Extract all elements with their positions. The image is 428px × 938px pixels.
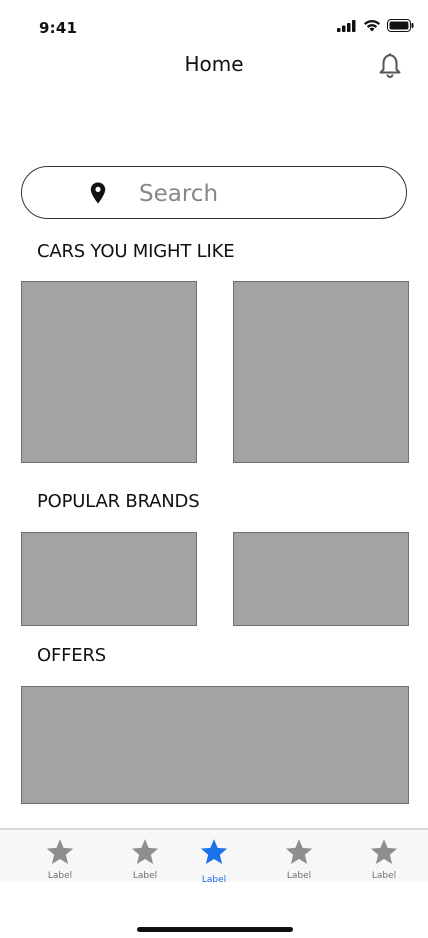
star-icon [46,839,74,864]
tab-label: Label [201,875,227,885]
tab-label: Label [286,871,312,881]
car-card[interactable] [21,281,197,463]
search-placeholder: Search [139,181,219,207]
tab-item-4[interactable]: Label [269,838,329,881]
star-icon [131,839,159,864]
star-icon [285,839,313,864]
page-title: Home [184,52,244,76]
tab-item-3[interactable]: Label [184,838,244,885]
tab-item-2[interactable]: Label [115,838,175,881]
star-icon [370,839,398,864]
wifi-icon [364,20,380,32]
status-bar: 9:41 [0,0,428,54]
bell-icon[interactable] [377,51,403,79]
cellular-signal-icon [337,19,356,32]
car-card[interactable] [233,281,409,463]
offer-banner[interactable] [21,686,409,804]
home-indicator[interactable] [137,927,293,932]
section-title-cars: CARS YOU MIGHT LIKE [37,241,235,262]
search-field[interactable]: Search [21,166,407,219]
tab-label: Label [132,871,158,881]
battery-icon [387,19,414,32]
location-pin-icon [90,182,106,204]
status-icons [337,19,414,32]
section-title-brands: POPULAR BRANDS [37,491,200,512]
brand-card[interactable] [21,532,197,626]
tab-item-1[interactable]: Label [30,838,90,881]
star-icon [200,839,228,864]
tab-item-5[interactable]: Label [354,838,414,881]
status-time: 9:41 [39,19,78,37]
brand-card[interactable] [233,532,409,626]
tab-label: Label [47,871,73,881]
section-title-offers: OFFERS [37,645,106,666]
tab-label: Label [371,871,397,881]
tab-bar: Label Label Label Label Label [0,828,428,885]
